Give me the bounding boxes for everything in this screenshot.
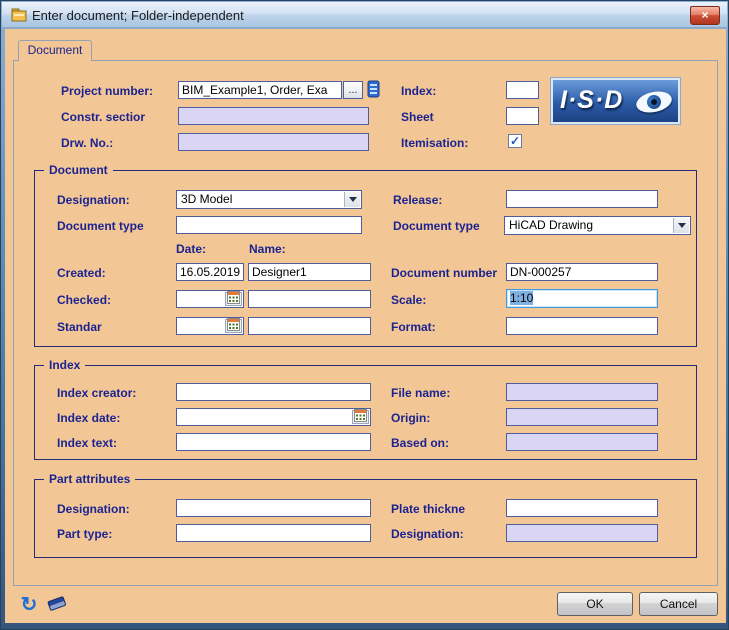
file-name-input[interactable] [506, 383, 658, 401]
scale-label: Scale: [391, 293, 426, 307]
constr-section-input[interactable] [178, 107, 369, 125]
index-date-picker-button[interactable] [352, 410, 369, 424]
standard-name-input[interactable] [248, 317, 371, 335]
part-designation-label: Designation: [57, 502, 130, 516]
cancel-button[interactable]: Cancel [639, 592, 718, 616]
created-label: Created: [57, 266, 106, 280]
checked-date-picker-button[interactable] [225, 292, 242, 306]
document-type-left-input[interactable] [176, 216, 362, 234]
standard-label: Standar [57, 320, 102, 334]
index-group-title: Index [44, 358, 85, 372]
index-input[interactable] [506, 81, 539, 99]
index-label: Index: [401, 84, 436, 98]
file-name-label: File name: [391, 386, 450, 400]
format-input[interactable] [506, 317, 658, 335]
origin-label: Origin: [391, 411, 430, 425]
index-date-input[interactable] [176, 408, 371, 426]
standard-date-input[interactable] [176, 317, 244, 335]
name-column-header: Name: [249, 242, 286, 256]
tab-document[interactable]: Document [18, 40, 92, 61]
scale-value: 1:10 [510, 291, 533, 305]
project-number-label: Project number: [61, 84, 153, 98]
document-number-input[interactable] [506, 263, 658, 281]
ok-button[interactable]: OK [557, 592, 633, 616]
isd-logo: I·S·D [550, 77, 681, 125]
itemisation-checkbox[interactable]: ✓ [508, 134, 522, 148]
index-creator-input[interactable] [176, 383, 371, 401]
app-icon [11, 7, 27, 23]
dropdown-arrow-icon[interactable] [673, 218, 689, 233]
eye-icon [634, 88, 673, 115]
dialog-window: Enter document; Folder-independent × Doc… [0, 0, 729, 630]
clear-fields-button[interactable] [45, 593, 69, 617]
created-date-input[interactable] [176, 263, 244, 281]
refresh-button[interactable]: ↻ [17, 593, 41, 617]
project-number-input[interactable] [178, 81, 342, 99]
index-text-input[interactable] [176, 433, 371, 451]
plate-thickness-input[interactable] [506, 499, 658, 517]
check-icon: ✓ [510, 134, 520, 148]
drw-no-label: Drw. No.: [61, 136, 113, 150]
document-number-label: Document number [391, 266, 497, 280]
document-type-right-label: Document type [393, 219, 480, 233]
project-catalog-button[interactable] [363, 79, 385, 101]
part-type-label: Part type: [57, 527, 112, 541]
isd-logo-text: I·S·D [560, 86, 623, 115]
standard-date-picker-button[interactable] [225, 319, 242, 333]
part-type-input[interactable] [176, 524, 371, 542]
calendar-icon [227, 318, 240, 334]
designation-value: 3D Model [181, 192, 232, 206]
date-column-header: Date: [176, 242, 206, 256]
part-designation2-input[interactable] [506, 524, 658, 542]
document-type-value: HiCAD Drawing [509, 218, 593, 232]
based-on-label: Based on: [391, 436, 449, 450]
designation-dropdown[interactable]: 3D Model [176, 190, 362, 209]
window-title: Enter document; Folder-independent [32, 8, 244, 23]
origin-input[interactable] [506, 408, 658, 426]
dropdown-arrow-icon[interactable] [344, 192, 360, 207]
scale-input[interactable]: 1:10 [506, 289, 658, 308]
close-icon: × [701, 8, 708, 22]
checked-date-input[interactable] [176, 290, 244, 308]
index-text-label: Index text: [57, 436, 117, 450]
catalog-icon [367, 80, 381, 101]
checked-label: Checked: [57, 293, 111, 307]
part-designation-input[interactable] [176, 499, 371, 517]
created-name-input[interactable] [248, 263, 371, 281]
release-input[interactable] [506, 190, 658, 208]
designation-label: Designation: [57, 193, 130, 207]
sheet-label: Sheet [401, 110, 434, 124]
eraser-icon [46, 594, 68, 617]
project-browse-button[interactable]: ... [343, 81, 363, 99]
itemisation-label: Itemisation: [401, 136, 468, 150]
checked-name-input[interactable] [248, 290, 371, 308]
part-attributes-group: Part attributes [34, 479, 697, 558]
sheet-input[interactable] [506, 107, 539, 125]
based-on-input[interactable] [506, 433, 658, 451]
plate-thickness-label: Plate thickne [391, 502, 465, 516]
document-type-dropdown[interactable]: HiCAD Drawing [504, 216, 691, 235]
title-bar[interactable]: Enter document; Folder-independent × [2, 2, 727, 28]
calendar-icon [227, 291, 240, 307]
release-label: Release: [393, 193, 442, 207]
constr-section-label: Constr. sectior [61, 110, 145, 124]
part-attributes-group-title: Part attributes [44, 472, 135, 486]
document-group-title: Document [44, 163, 113, 177]
dialog-content: Document Project number: ... Index: I·S·… [5, 29, 726, 623]
index-date-label: Index date: [57, 411, 120, 425]
format-label: Format: [391, 320, 436, 334]
calendar-icon [354, 409, 367, 425]
close-button[interactable]: × [690, 6, 720, 25]
document-type-left-label: Document type [57, 219, 144, 233]
drw-no-input[interactable] [178, 133, 369, 151]
refresh-icon: ↻ [21, 595, 38, 615]
part-designation2-label: Designation: [391, 527, 464, 541]
index-creator-label: Index creator: [57, 386, 136, 400]
